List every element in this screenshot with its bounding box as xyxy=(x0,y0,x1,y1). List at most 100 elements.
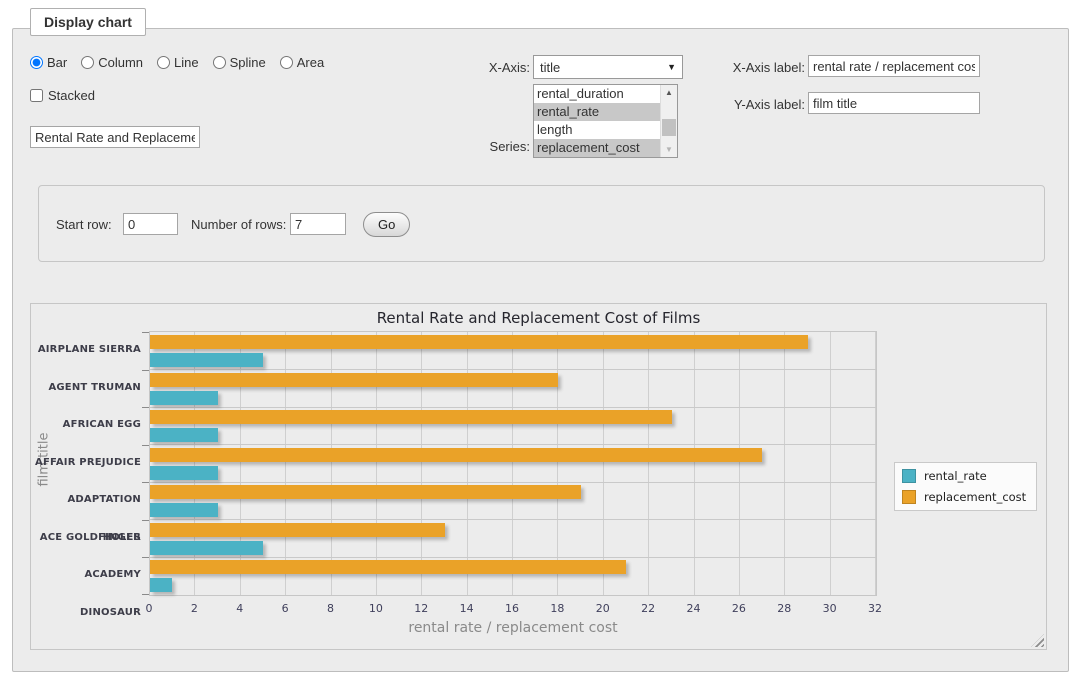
x-tick-label: 24 xyxy=(687,602,701,615)
series-option-length[interactable]: length xyxy=(534,121,660,139)
row-range-fieldset: Start row: Number of rows: Go xyxy=(38,185,1045,262)
gridline xyxy=(784,332,785,595)
series-option-rental_duration[interactable]: rental_duration xyxy=(534,85,660,103)
gridline xyxy=(285,332,286,595)
gridline xyxy=(150,519,876,520)
gridline xyxy=(557,332,558,595)
scroll-up-icon[interactable]: ▲ xyxy=(661,85,677,100)
chart-type-option-area[interactable]: Area xyxy=(280,55,324,70)
y-category-label: ADAPTATION HOLES xyxy=(31,481,141,519)
scroll-down-icon[interactable]: ▼ xyxy=(661,142,677,157)
bar-rental_rate xyxy=(150,578,172,592)
x-tick-label: 6 xyxy=(282,602,289,615)
x-axis-select[interactable]: title ▼ xyxy=(533,55,683,79)
chevron-down-icon: ▼ xyxy=(667,62,676,72)
num-rows-input[interactable] xyxy=(290,213,346,235)
gridline xyxy=(830,332,831,595)
radio-spline[interactable] xyxy=(213,56,226,69)
scrollbar-track[interactable] xyxy=(661,100,677,142)
chart-title-input[interactable] xyxy=(30,126,200,148)
radio-label: Bar xyxy=(47,55,67,70)
x-axis-label-input[interactable] xyxy=(808,55,980,77)
gridline xyxy=(150,482,876,483)
x-tick-label: 32 xyxy=(868,602,882,615)
radio-label: Spline xyxy=(230,55,266,70)
gridline xyxy=(694,332,695,595)
bar-rental_rate xyxy=(150,466,218,480)
resize-handle-icon[interactable] xyxy=(1031,634,1044,647)
chart-type-option-bar[interactable]: Bar xyxy=(30,55,67,70)
gridline xyxy=(376,332,377,595)
legend-item-rental_rate: rental_rate xyxy=(902,469,1026,483)
x-tick-label: 8 xyxy=(327,602,334,615)
chart-type-option-column[interactable]: Column xyxy=(81,55,143,70)
num-rows-label: Number of rows: xyxy=(191,217,286,232)
gridline xyxy=(739,332,740,595)
chart-type-option-spline[interactable]: Spline xyxy=(213,55,266,70)
x-axis-title: rental rate / replacement cost xyxy=(149,620,877,636)
scrollbar-thumb[interactable] xyxy=(662,119,676,136)
stacked-checkbox[interactable] xyxy=(30,89,43,102)
chart-type-radiogroup: Bar Column Line Spline Area xyxy=(30,55,324,70)
legend-item-replacement_cost: replacement_cost xyxy=(902,490,1026,504)
gridline xyxy=(150,557,876,558)
legend-swatch-icon xyxy=(902,469,916,483)
y-tick-mark xyxy=(142,445,149,446)
gridline xyxy=(421,332,422,595)
chart-title: Rental Rate and Replacement Cost of Film… xyxy=(31,309,1046,327)
bar-replacement_cost xyxy=(150,560,626,574)
x-axis-label-label: X-Axis label: xyxy=(705,60,805,75)
x-tick-label: 14 xyxy=(460,602,474,615)
y-tick-mark xyxy=(142,332,149,333)
chart-legend: rental_rate replacement_cost xyxy=(894,462,1037,511)
y-category-label: AIRPLANE SIERRA xyxy=(31,331,141,369)
y-tick-mark xyxy=(142,370,149,371)
x-tick-label: 10 xyxy=(369,602,383,615)
legend-label: rental_rate xyxy=(924,469,987,483)
radio-label: Area xyxy=(297,55,324,70)
radio-label: Column xyxy=(98,55,143,70)
x-tick-label: 0 xyxy=(146,602,153,615)
gridline xyxy=(331,332,332,595)
series-option-rental_rate[interactable]: rental_rate xyxy=(534,103,660,121)
stacked-label: Stacked xyxy=(48,88,95,103)
page: Display chart Bar Column Line Spline Area St… xyxy=(0,0,1081,681)
chart-type-option-line[interactable]: Line xyxy=(157,55,199,70)
radio-column[interactable] xyxy=(81,56,94,69)
go-button[interactable]: Go xyxy=(363,212,410,237)
x-tick-label: 22 xyxy=(641,602,655,615)
legend-swatch-icon xyxy=(902,490,916,504)
radio-area[interactable] xyxy=(280,56,293,69)
bar-rental_rate xyxy=(150,391,218,405)
x-tick-label: 20 xyxy=(596,602,610,615)
gridline xyxy=(875,332,876,595)
bar-rental_rate xyxy=(150,428,218,442)
y-tick-mark xyxy=(142,407,149,408)
y-category-label: AFRICAN EGG xyxy=(31,406,141,444)
gridline xyxy=(512,332,513,595)
radio-line[interactable] xyxy=(157,56,170,69)
y-category-labels: AIRPLANE SIERRAAGENT TRUMANAFRICAN EGGAF… xyxy=(31,331,141,596)
x-tick-label: 12 xyxy=(414,602,428,615)
bar-rental_rate xyxy=(150,353,263,367)
x-tick-label: 18 xyxy=(550,602,564,615)
bar-replacement_cost xyxy=(150,485,581,499)
stacked-checkbox-row: Stacked xyxy=(30,88,95,103)
bar-rental_rate xyxy=(150,503,218,517)
chart-container: Rental Rate and Replacement Cost of Film… xyxy=(30,303,1047,650)
y-tick-mark xyxy=(142,594,149,595)
y-category-label: AFFAIR PREJUDICE xyxy=(31,444,141,482)
bar-rental_rate xyxy=(150,541,263,555)
gridline xyxy=(150,407,876,408)
y-axis-label-input[interactable] xyxy=(808,92,980,114)
fieldset-legend: Display chart xyxy=(30,8,146,36)
bar-replacement_cost xyxy=(150,335,808,349)
start-row-label: Start row: xyxy=(56,217,112,232)
series-listbox[interactable]: rental_durationrental_ratelengthreplacem… xyxy=(533,84,678,158)
series-listbox-scrollbar[interactable]: ▲ ▼ xyxy=(660,85,677,157)
x-axis-selected-option: title xyxy=(540,60,667,75)
series-option-replacement_cost[interactable]: replacement_cost xyxy=(534,139,660,157)
start-row-input[interactable] xyxy=(123,213,178,235)
x-tick-label: 26 xyxy=(732,602,746,615)
radio-bar[interactable] xyxy=(30,56,43,69)
